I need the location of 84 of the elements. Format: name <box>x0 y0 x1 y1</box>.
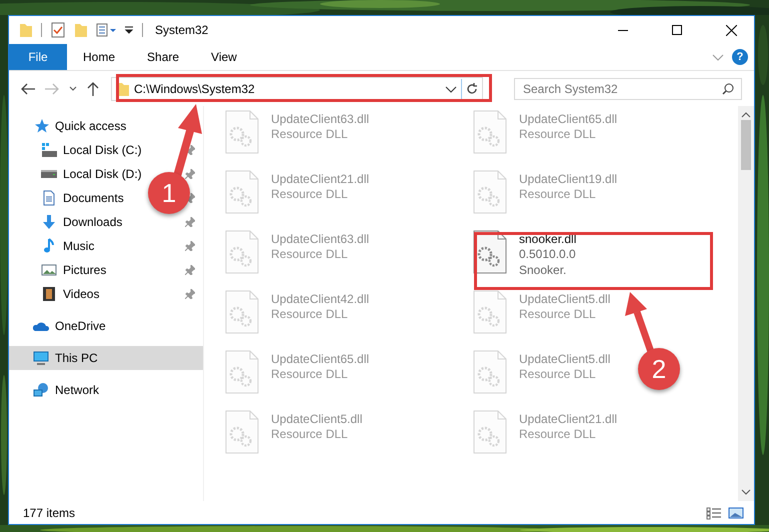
back-arrow-icon <box>21 82 35 94</box>
dll-file-icon <box>225 230 259 274</box>
sidebar-item[interactable]: Documents <box>63 191 124 205</box>
dll-file-icon <box>225 410 259 454</box>
file-detail: Resource DLL <box>271 366 349 382</box>
sidebar-item[interactable]: Downloads <box>63 215 122 229</box>
up-button[interactable] <box>85 80 101 98</box>
pin-icon <box>185 217 195 227</box>
dll-file-icon <box>225 110 259 154</box>
search-field[interactable]: Search System32 <box>514 78 742 100</box>
picture-icon <box>41 262 57 278</box>
file-detail: Resource DLL <box>271 126 349 142</box>
ribbon-tab[interactable]: Share <box>131 44 196 70</box>
network-icon <box>33 382 49 398</box>
file-menu-tab[interactable]: File <box>9 44 67 70</box>
ribbon-tab[interactable]: Home <box>67 44 132 70</box>
window-title: System32 <box>155 23 210 37</box>
pin-icon <box>185 289 195 299</box>
refresh-icon <box>466 82 478 94</box>
recent-locations-button[interactable] <box>67 84 79 94</box>
maximize-icon <box>672 25 682 35</box>
folder-icon <box>19 22 33 38</box>
file-detail: Resource DLL <box>271 186 349 202</box>
pin-icon <box>185 145 195 155</box>
dll-file-icon <box>225 350 259 394</box>
sidebar-item[interactable]: Quick access <box>55 119 126 133</box>
sidebar-item[interactable]: Local Disk (D:) <box>63 167 142 181</box>
pin-icon <box>185 169 195 179</box>
up-arrow-icon <box>87 82 99 96</box>
file-detail: Resource DLL <box>519 186 597 202</box>
sidebar-item[interactable]: Videos <box>63 287 100 301</box>
back-button[interactable] <box>19 80 37 96</box>
scroll-down-icon[interactable] <box>741 489 751 495</box>
search-icon <box>722 82 734 94</box>
sidebar-item[interactable]: Network <box>55 383 100 397</box>
help-button[interactable]: ? <box>732 49 748 65</box>
picture-view-icon <box>728 506 744 520</box>
star-icon <box>33 118 49 134</box>
chevron-down-icon <box>69 86 77 92</box>
ribbon-tab[interactable]: View <box>195 44 253 70</box>
dll-file-icon <box>473 290 507 334</box>
dll-file-icon <box>473 410 507 454</box>
file-detail: Snooker. <box>519 262 568 278</box>
dll-file-icon <box>473 170 507 214</box>
file-detail: Resource DLL <box>519 306 597 322</box>
sidebar-item[interactable]: OneDrive <box>55 319 106 333</box>
pin-icon <box>185 265 195 275</box>
dll-file-icon <box>473 110 507 154</box>
forward-arrow-icon <box>45 82 59 94</box>
scroll-up-icon[interactable] <box>741 112 751 118</box>
dropdown-icon <box>124 25 134 35</box>
dll-file-icon <box>473 350 507 394</box>
dll-file-icon <box>225 290 259 334</box>
file-detail: 0.5010.0.0 <box>519 246 576 262</box>
sidebar-item[interactable]: Local Disk (C:) <box>63 143 142 157</box>
file-name[interactable]: snooker.dll <box>519 232 576 246</box>
download-icon <box>41 214 57 230</box>
address-bar[interactable]: C:\Windows\System32 <box>111 76 483 100</box>
file-detail: Resource DLL <box>271 426 349 442</box>
file-detail: Resource DLL <box>519 426 597 442</box>
computer-icon <box>33 350 49 366</box>
checklist-icon <box>50 22 66 38</box>
annotation-arrow <box>625 292 654 354</box>
details-view-icon <box>706 506 722 520</box>
dll-file-icon <box>225 170 259 214</box>
scroll-thumb[interactable] <box>741 120 751 170</box>
pin-icon <box>185 241 195 251</box>
music-note-icon <box>41 238 57 254</box>
file-detail: Resource DLL <box>271 246 349 262</box>
film-icon <box>41 286 57 302</box>
sidebar-item[interactable]: Pictures <box>63 263 106 277</box>
document-icon <box>41 190 57 206</box>
properties-icon <box>96 22 116 38</box>
file-detail: Resource DLL <box>519 126 597 142</box>
file-detail: Resource DLL <box>271 306 349 322</box>
folder-icon <box>74 22 88 38</box>
drive-icon <box>41 142 57 158</box>
sidebar-item[interactable]: This PC <box>55 351 98 365</box>
close-icon <box>726 24 736 36</box>
sidebar-item[interactable]: Music <box>63 239 94 253</box>
file-detail: Resource DLL <box>519 366 597 382</box>
scrollbar[interactable] <box>738 106 754 501</box>
item-count: 177 items <box>23 506 76 520</box>
drive-icon <box>41 170 57 178</box>
